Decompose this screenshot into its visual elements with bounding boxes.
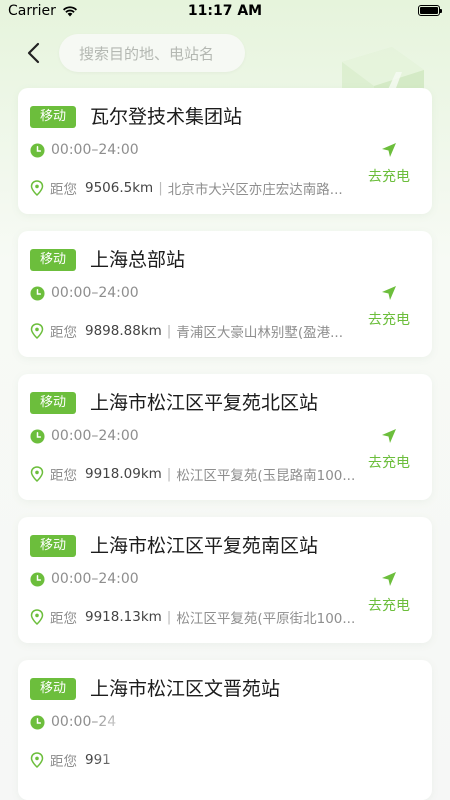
station-address: 青浦区大豪山林别墅(盈港... bbox=[176, 325, 343, 341]
go-charge-button[interactable]: 去充电 bbox=[364, 142, 414, 186]
distance-label: 距您 bbox=[50, 468, 77, 484]
divider: | bbox=[166, 466, 172, 482]
navigation-arrow-icon bbox=[382, 143, 396, 157]
go-charge-button[interactable]: 去充电 bbox=[364, 428, 414, 472]
station-card[interactable]: 移动 上海市松江区文晋苑站 00:00–24 距您 991 bbox=[18, 660, 432, 800]
distance-value: 9898.88km bbox=[85, 323, 162, 339]
station-name: 上海市松江区平复苑南区站 bbox=[90, 535, 319, 557]
go-charge-button[interactable]: 去充电 bbox=[364, 571, 414, 615]
go-charge-label: 去充电 bbox=[368, 312, 410, 328]
station-address: 松江区平复苑(玉昆路南100... bbox=[176, 468, 356, 484]
station-card[interactable]: 移动 上海总部站 00:00–24:00 距您 9898.88km | 青浦区大… bbox=[18, 231, 432, 357]
clock-icon bbox=[30, 571, 45, 587]
clock-icon bbox=[30, 714, 45, 730]
operator-tag: 移动 bbox=[30, 249, 77, 271]
distance-value: 9918.09km bbox=[85, 466, 162, 482]
distance-row: 距您 9506.5km | 北京市大兴区亦庄宏达南路... bbox=[30, 178, 353, 198]
location-pin-icon bbox=[30, 466, 44, 482]
hours-row: 00:00–24:00 bbox=[30, 142, 139, 158]
status-bar: Carrier 11:17 AM bbox=[0, 0, 450, 24]
clock-icon bbox=[30, 428, 45, 444]
clock-icon bbox=[30, 142, 45, 158]
opening-hours: 00:00–24:00 bbox=[51, 142, 139, 158]
distance-value: 9918.13km bbox=[85, 609, 162, 625]
hours-row: 00:00–24:00 bbox=[30, 285, 139, 301]
navigation-arrow-icon bbox=[382, 286, 396, 300]
clock-icon bbox=[30, 285, 45, 301]
loading-fade-overlay bbox=[90, 700, 210, 780]
opening-hours: 00:00–24:00 bbox=[51, 571, 139, 587]
operator-tag: 移动 bbox=[30, 535, 77, 557]
back-arrow-icon bbox=[27, 42, 40, 64]
divider: | bbox=[166, 323, 172, 339]
go-charge-label: 去充电 bbox=[368, 598, 410, 614]
divider: | bbox=[166, 609, 172, 625]
distance-row: 距您 9918.13km | 松江区平复苑(平原街北100... bbox=[30, 607, 361, 627]
battery-icon bbox=[418, 5, 442, 16]
distance-row: 距您 9918.09km | 松江区平复苑(玉昆路南100... bbox=[30, 464, 361, 484]
operator-tag: 移动 bbox=[30, 392, 77, 414]
status-time: 11:17 AM bbox=[187, 3, 263, 19]
station-card[interactable]: 移动 上海市松江区平复苑南区站 00:00–24:00 距您 9918.13km… bbox=[18, 517, 432, 643]
location-pin-icon bbox=[30, 609, 44, 625]
station-address: 松江区平复苑(平原街北100... bbox=[176, 611, 356, 627]
station-name: 上海总部站 bbox=[90, 249, 186, 271]
navigation-arrow-icon bbox=[382, 429, 396, 443]
distance-label: 距您 bbox=[50, 754, 77, 770]
location-pin-icon bbox=[30, 323, 44, 339]
distance-label: 距您 bbox=[50, 611, 77, 627]
search-placeholder: 搜索目的地、电站名 bbox=[79, 44, 215, 63]
opening-hours: 00:00–24:00 bbox=[51, 428, 139, 444]
station-address: 北京市大兴区亦庄宏达南路... bbox=[167, 182, 343, 198]
location-pin-icon bbox=[30, 180, 44, 196]
location-pin-icon bbox=[30, 752, 44, 768]
station-name: 上海市松江区平复苑北区站 bbox=[90, 392, 319, 414]
station-name: 瓦尔登技术集团站 bbox=[90, 106, 243, 128]
distance-label: 距您 bbox=[50, 182, 77, 198]
back-button[interactable] bbox=[18, 38, 48, 68]
station-card[interactable]: 移动 上海市松江区平复苑北区站 00:00–24:00 距您 9918.09km… bbox=[18, 374, 432, 500]
header: 搜索目的地、电站名 bbox=[0, 30, 450, 76]
go-charge-button[interactable]: 去充电 bbox=[364, 285, 414, 329]
operator-tag: 移动 bbox=[30, 678, 77, 700]
operator-tag: 移动 bbox=[30, 106, 77, 128]
hours-row: 00:00–24:00 bbox=[30, 571, 139, 587]
station-card[interactable]: 移动 瓦尔登技术集团站 00:00–24:00 距您 9506.5km | 北京… bbox=[18, 88, 432, 214]
go-charge-label: 去充电 bbox=[368, 455, 410, 471]
distance-row: 距您 9898.88km | 青浦区大豪山林别墅(盈港... bbox=[30, 321, 361, 341]
distance-value: 9506.5km bbox=[85, 180, 154, 196]
navigation-arrow-icon bbox=[382, 572, 396, 586]
station-name: 上海市松江区文晋苑站 bbox=[90, 678, 281, 700]
distance-label: 距您 bbox=[50, 325, 77, 341]
divider: | bbox=[158, 180, 163, 196]
go-charge-label: 去充电 bbox=[368, 169, 410, 185]
opening-hours: 00:00–24:00 bbox=[51, 285, 139, 301]
search-input[interactable]: 搜索目的地、电站名 bbox=[59, 34, 245, 72]
hours-row: 00:00–24:00 bbox=[30, 428, 139, 444]
